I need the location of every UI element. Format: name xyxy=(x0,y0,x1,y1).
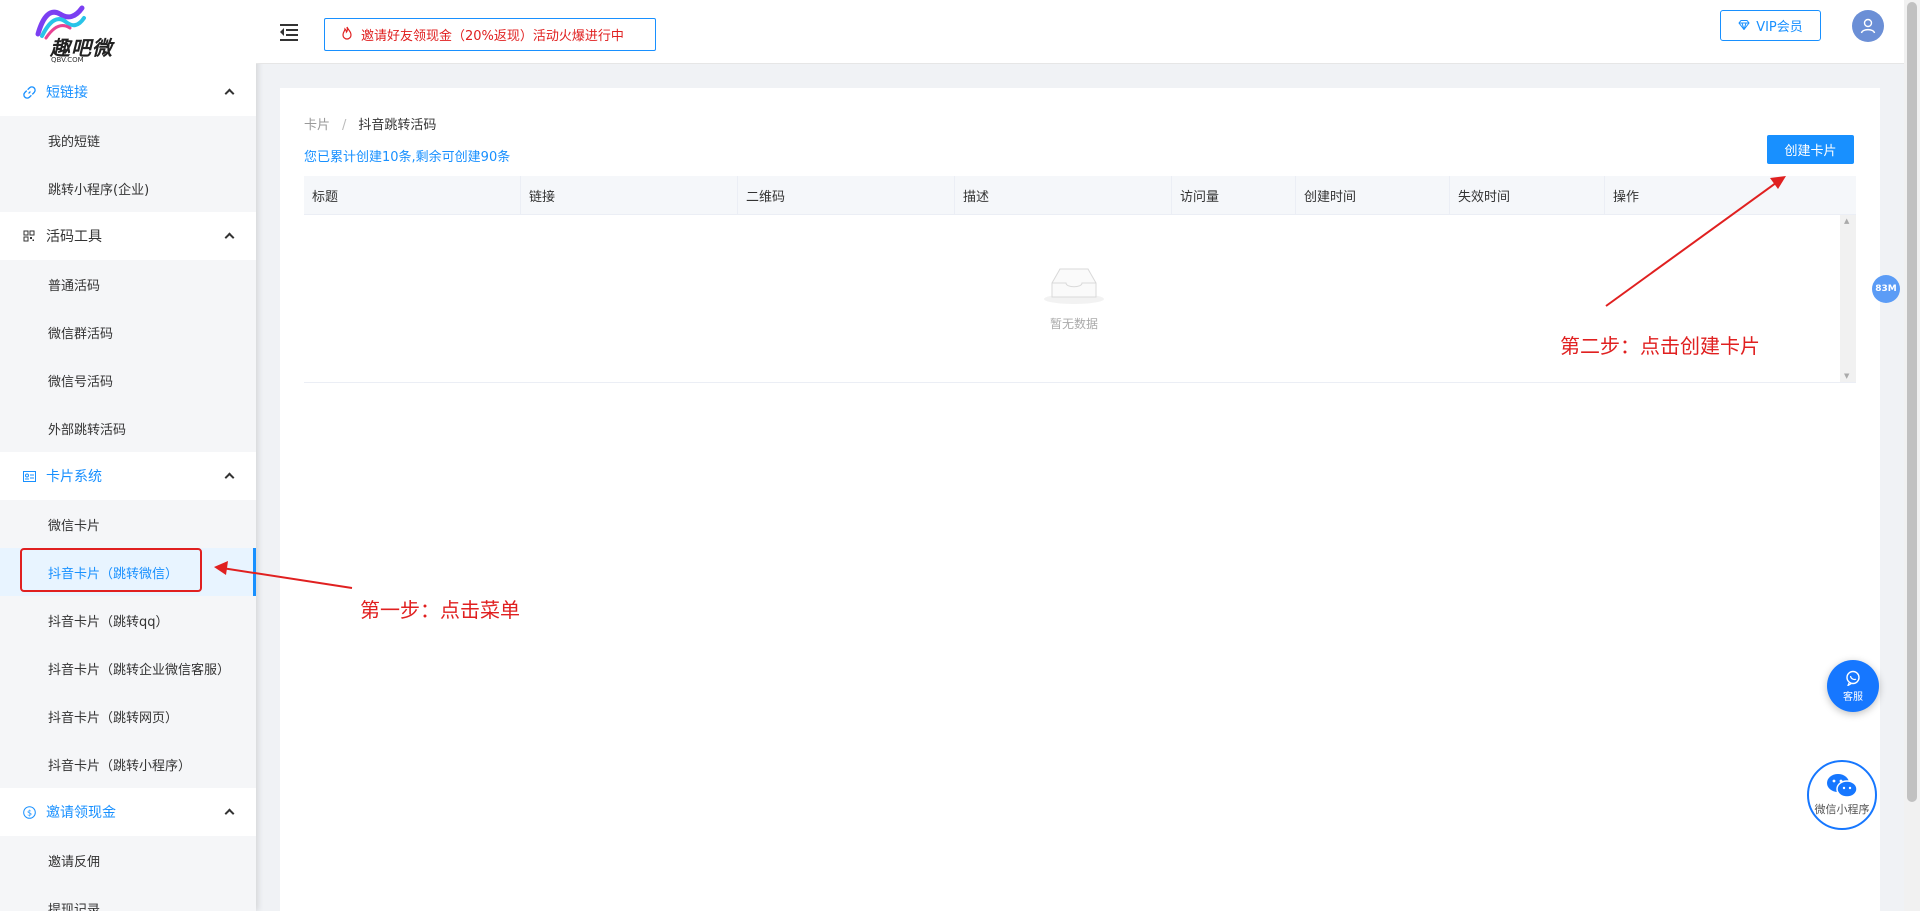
customer-service-button[interactable]: 客服 xyxy=(1827,660,1879,712)
annotation-arrows xyxy=(214,176,1786,589)
miniapp-label: 微信小程序 xyxy=(1814,803,1870,816)
memory-badge[interactable]: 83M xyxy=(1872,275,1900,303)
annotation-step1: 第一步：点击菜单 xyxy=(360,598,520,622)
page-scrollbar[interactable] xyxy=(1904,0,1920,911)
wechat-icon xyxy=(1827,774,1858,798)
scrollbar-thumb[interactable] xyxy=(1907,2,1917,802)
service-label: 客服 xyxy=(1843,691,1863,703)
annotation-step2: 第二步：点击创建卡片 xyxy=(1560,334,1760,358)
wechat-miniapp-button[interactable]: 微信小程序 xyxy=(1807,760,1877,830)
chat-icon xyxy=(1846,670,1860,686)
